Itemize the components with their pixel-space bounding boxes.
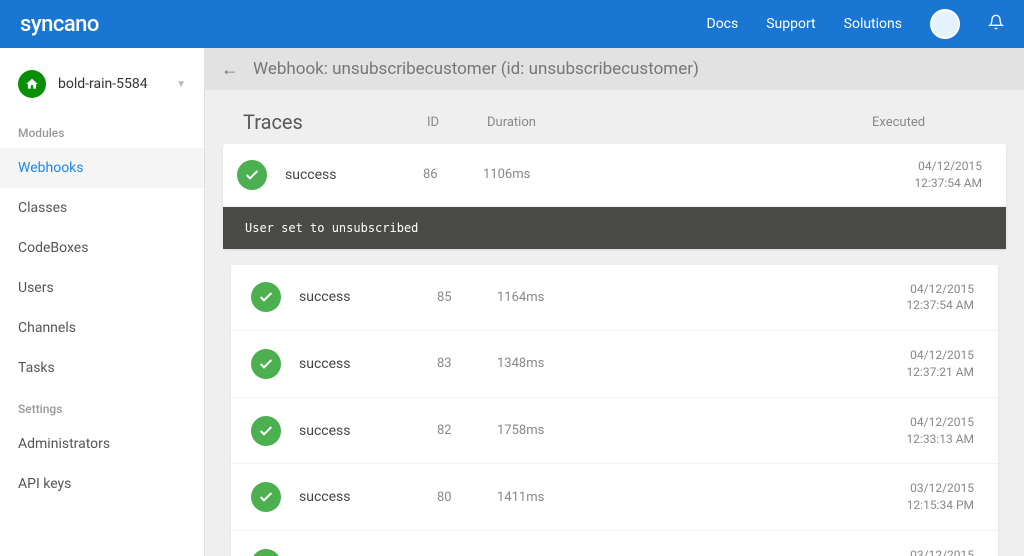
trace-duration: 1411ms: [497, 490, 864, 505]
trace-duration: 1758ms: [497, 423, 864, 438]
trace-output: User set to unsubscribed: [223, 207, 1006, 249]
avatar[interactable]: [930, 9, 960, 39]
trace-row[interactable]: success761271ms03/12/201511:47:33 AM: [231, 531, 998, 556]
trace-id: 83: [437, 356, 497, 371]
page-title: Webhook: unsubscribecustomer (id: unsubs…: [253, 59, 699, 79]
logo[interactable]: syncano: [20, 12, 99, 37]
sidebar-item-tasks[interactable]: Tasks: [0, 348, 204, 388]
trace-status: success: [299, 423, 437, 439]
sidebar-item-users[interactable]: Users: [0, 268, 204, 308]
nav-solutions[interactable]: Solutions: [844, 16, 902, 32]
col-id: ID: [427, 115, 487, 130]
trace-executed: 03/12/201511:47:33 AM: [864, 547, 974, 556]
check-icon: [251, 349, 281, 379]
check-icon: [251, 416, 281, 446]
nav-support[interactable]: Support: [766, 16, 815, 32]
trace-row[interactable]: success831348ms04/12/201512:37:21 AM: [231, 331, 998, 398]
trace-status: success: [285, 167, 423, 183]
main: ← Webhook: unsubscribecustomer (id: unsu…: [205, 48, 1024, 556]
trace-id: 85: [437, 290, 497, 305]
instance-selector[interactable]: bold-rain-5584 ▼: [0, 60, 204, 112]
modules-heading: Modules: [0, 112, 204, 148]
nav-docs[interactable]: Docs: [707, 16, 739, 32]
check-icon: [251, 549, 281, 556]
sidebar-item-apikeys[interactable]: API keys: [0, 464, 204, 504]
notifications-icon[interactable]: [988, 14, 1004, 34]
topbar: syncano Docs Support Solutions: [0, 0, 1024, 48]
trace-duration: 1164ms: [497, 290, 864, 305]
trace-row[interactable]: success821758ms04/12/201512:33:13 AM: [231, 398, 998, 465]
trace-executed: 03/12/201512:15:34 PM: [864, 480, 974, 514]
trace-id: 86: [423, 167, 483, 182]
trace-status: success: [299, 289, 437, 305]
check-icon: [251, 482, 281, 512]
trace-executed: 04/12/201512:37:21 AM: [864, 347, 974, 381]
trace-id: 80: [437, 490, 497, 505]
trace-list: success851164ms04/12/201512:37:54 AMsucc…: [205, 265, 1024, 556]
trace-duration: 1106ms: [483, 167, 872, 182]
trace-status: success: [299, 356, 437, 372]
topbar-right: Docs Support Solutions: [707, 9, 1005, 39]
trace-executed: 04/12/201512:37:54 AM: [864, 281, 974, 315]
trace-status: success: [299, 489, 437, 505]
home-icon: [18, 70, 46, 98]
sidebar-item-codeboxes[interactable]: CodeBoxes: [0, 228, 204, 268]
trace-row[interactable]: success801411ms03/12/201512:15:34 PM: [231, 464, 998, 531]
back-arrow-icon[interactable]: ←: [221, 59, 239, 80]
sidebar: bold-rain-5584 ▼ Modules Webhooks Classe…: [0, 48, 205, 556]
check-icon: [251, 282, 281, 312]
trace-duration: 1348ms: [497, 356, 864, 371]
trace-row[interactable]: success 86 1106ms 04/12/201512:37:54 AM: [223, 144, 1006, 207]
trace-executed: 04/12/201512:37:54 AM: [872, 158, 982, 192]
trace-card-expanded: success 86 1106ms 04/12/201512:37:54 AM …: [223, 144, 1006, 249]
trace-id: 82: [437, 423, 497, 438]
sidebar-item-channels[interactable]: Channels: [0, 308, 204, 348]
check-icon: [237, 160, 267, 190]
sidebar-item-administrators[interactable]: Administrators: [0, 424, 204, 464]
instance-name: bold-rain-5584: [58, 76, 164, 92]
trace-row[interactable]: success851164ms04/12/201512:37:54 AM: [231, 265, 998, 332]
col-traces: Traces: [243, 110, 427, 134]
settings-heading: Settings: [0, 388, 204, 424]
table-header: Traces ID Duration Executed: [223, 100, 1006, 144]
chevron-down-icon: ▼: [176, 79, 186, 90]
sidebar-item-webhooks[interactable]: Webhooks: [0, 148, 204, 188]
trace-executed: 04/12/201512:33:13 AM: [864, 414, 974, 448]
sidebar-item-classes[interactable]: Classes: [0, 188, 204, 228]
col-duration: Duration: [487, 115, 872, 130]
col-executed: Executed: [872, 115, 982, 130]
breadcrumb: ← Webhook: unsubscribecustomer (id: unsu…: [205, 48, 1024, 90]
